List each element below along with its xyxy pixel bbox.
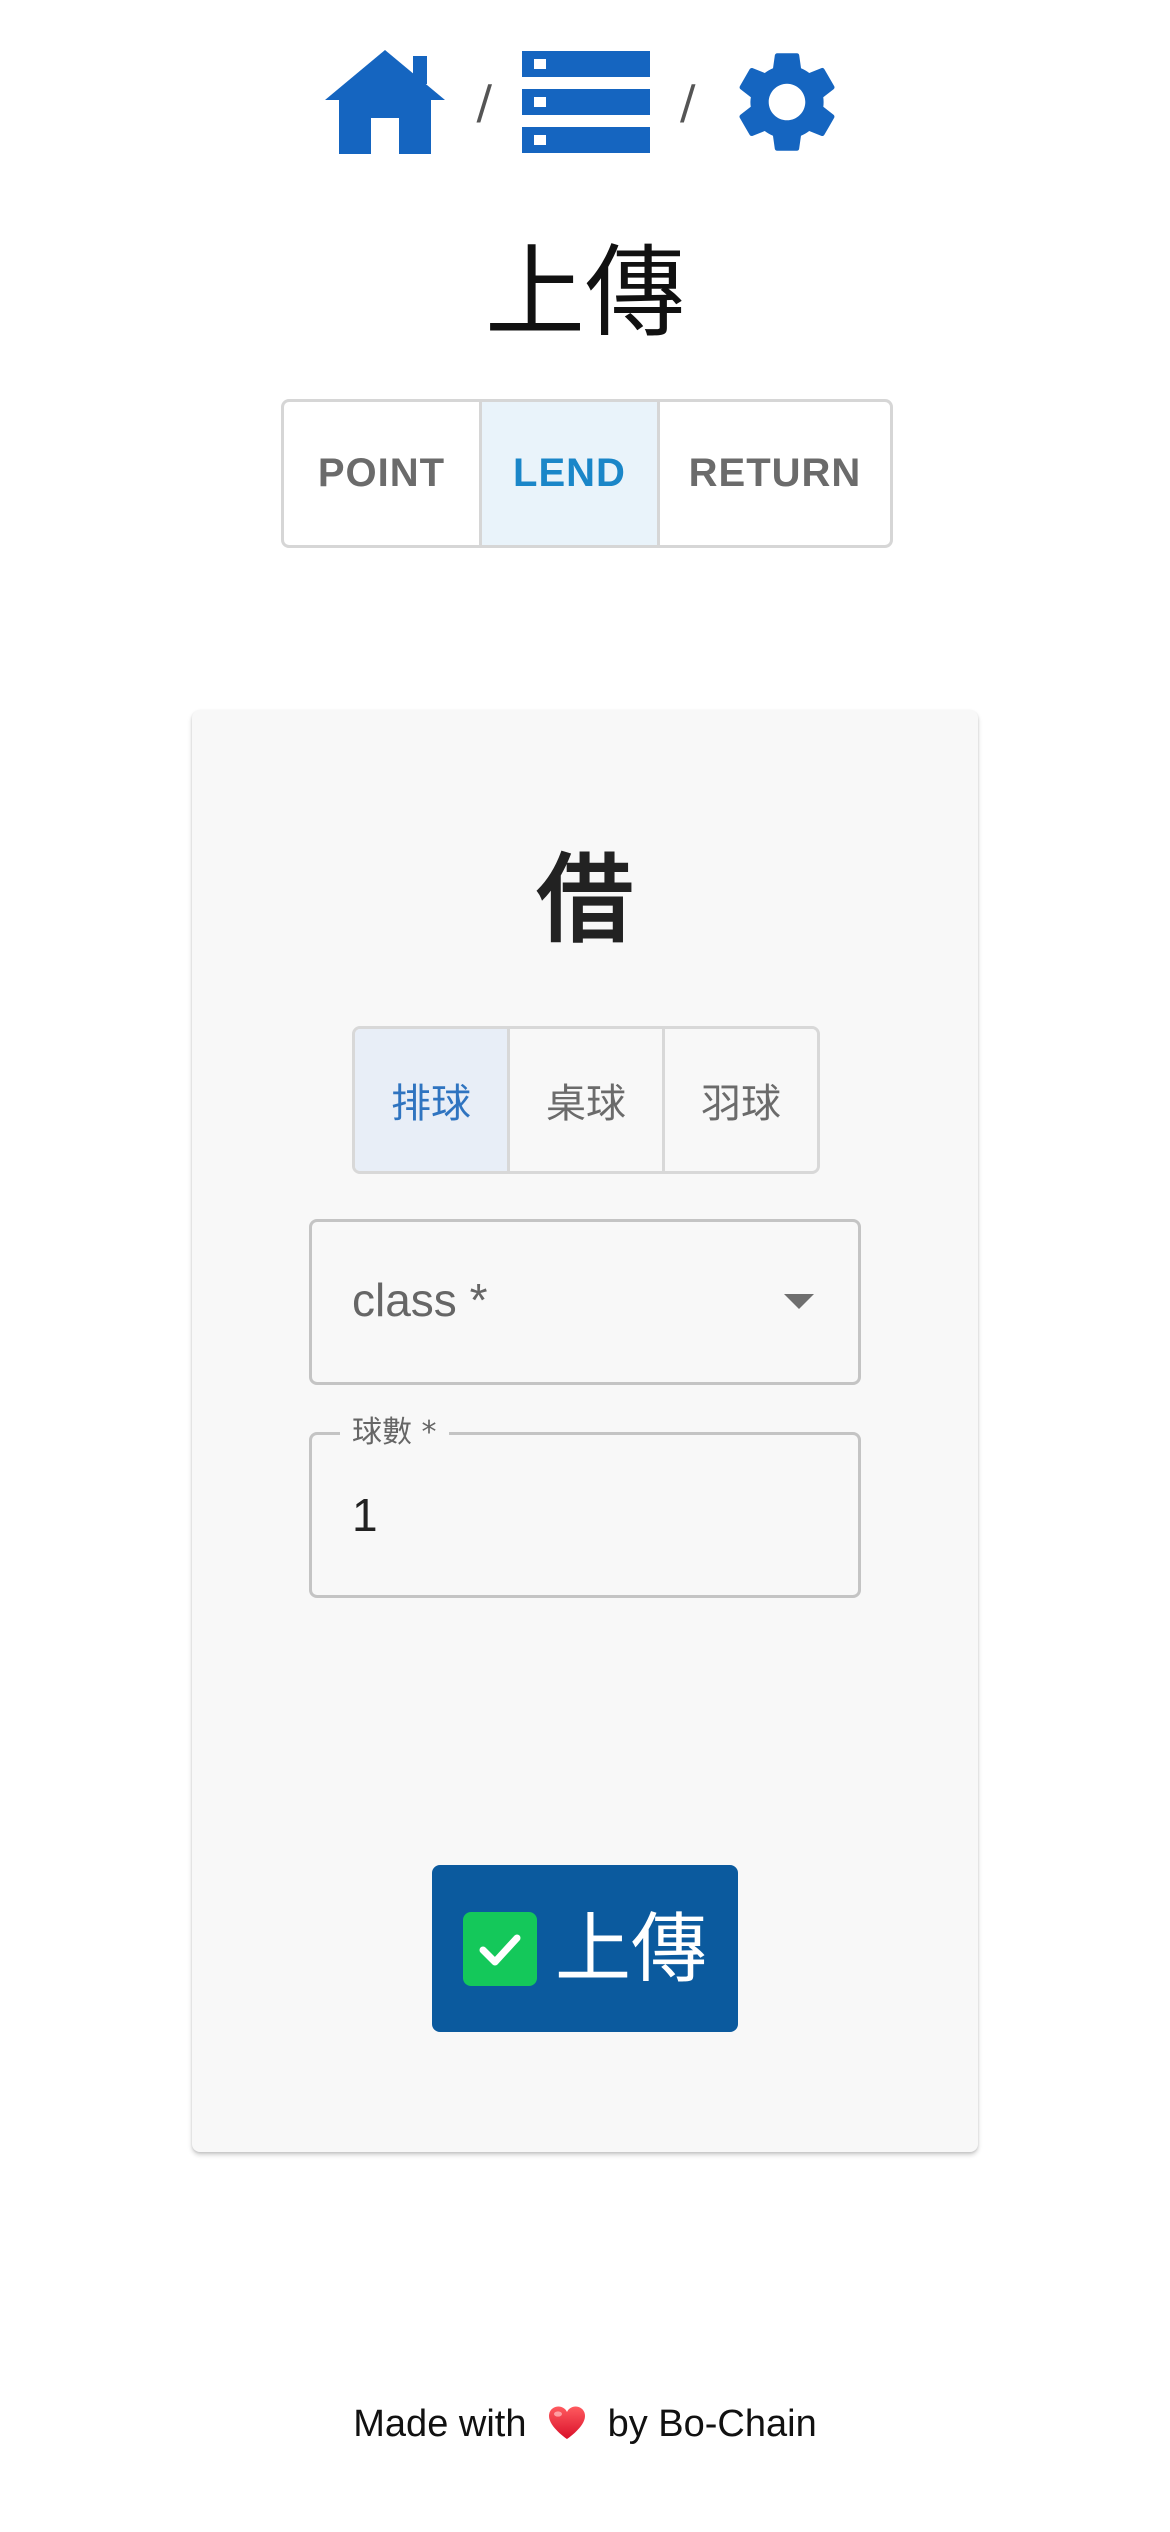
check-icon — [463, 1911, 537, 1986]
upload-page: / / 上傳 POINT LEND RETURN 借 排球 桌球 羽球 clas… — [0, 0, 1170, 2532]
list-icon[interactable] — [522, 51, 650, 153]
ball-count-label: 球數 * — [340, 1411, 449, 1455]
mode-point-button[interactable]: POINT — [284, 402, 479, 545]
footer: Made with by Bo-Chain — [0, 2394, 1170, 2454]
chevron-down-icon — [784, 1294, 814, 1309]
ball-count-field: 球數 * — [309, 1411, 861, 1598]
footer-author: by Bo-Chain — [607, 2403, 817, 2445]
sport-badminton-button[interactable]: 羽球 — [662, 1029, 817, 1171]
card-title: 借 — [537, 844, 633, 956]
mode-toggle-group: POINT LEND RETURN — [281, 399, 893, 548]
class-select[interactable]: class * — [309, 1219, 861, 1385]
breadcrumb-separator: / — [476, 75, 493, 129]
submit-button[interactable]: 上傳 — [432, 1865, 738, 2032]
sport-toggle-group: 排球 桌球 羽球 — [352, 1026, 820, 1174]
gear-icon[interactable] — [726, 41, 848, 163]
home-icon[interactable] — [323, 48, 447, 156]
breadcrumb-separator: / — [680, 75, 696, 129]
mode-return-button[interactable]: RETURN — [657, 402, 890, 545]
footer-made-with: Made with — [353, 2403, 527, 2445]
submit-label: 上傳 — [555, 1903, 707, 1993]
heart-icon — [549, 2406, 586, 2439]
lend-form-card: 借 排球 桌球 羽球 class * 球數 * 上傳 — [192, 710, 978, 2152]
class-select-label: class * — [352, 1274, 488, 1326]
sport-volleyball-button[interactable]: 排球 — [355, 1029, 507, 1171]
ball-count-input[interactable] — [352, 1485, 812, 1545]
page-title: 上傳 — [485, 234, 685, 351]
breadcrumb-nav: / / — [0, 32, 1170, 172]
sport-table-tennis-button[interactable]: 桌球 — [507, 1029, 662, 1171]
mode-lend-button[interactable]: LEND — [479, 402, 657, 545]
